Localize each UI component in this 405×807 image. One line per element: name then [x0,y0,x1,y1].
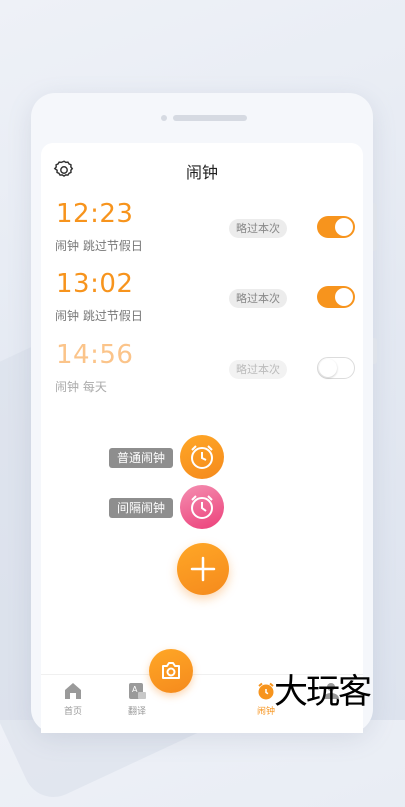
interval-alarm-button[interactable] [180,485,224,529]
alarm-item[interactable]: 12:23 闹钟 跳过节假日 略过本次 [41,199,363,269]
watermark: 大玩客 [274,672,372,712]
phone-frame: 闹钟 12:23 闹钟 跳过节假日 略过本次 13:02 闹钟 跳过节假日 略过… [31,93,377,733]
alarm-time: 12:23 [56,199,134,229]
normal-alarm-label[interactable]: 普通闹钟 [109,448,174,468]
add-alarm-button[interactable] [177,543,229,595]
speaker-bar [173,115,247,121]
toggle-knob [335,288,353,306]
header: 闹钟 [41,143,363,193]
alarm-time: 14:56 [56,340,134,370]
tab-label: 翻译 [127,707,146,717]
alarm-time: 13:02 [56,269,134,299]
skip-once-button[interactable]: 略过本次 [229,289,287,308]
plus-icon [190,556,216,582]
tab-home[interactable]: 首页 [53,681,93,717]
alarm-subtitle: 闹钟 跳过节假日 [55,309,143,323]
alarm-clock-icon [191,495,213,519]
svg-text:A: A [132,685,138,694]
camera-button[interactable] [149,649,193,693]
alarm-subtitle: 闹钟 跳过节假日 [55,239,143,253]
normal-alarm-button[interactable] [180,435,224,479]
alarm-toggle[interactable] [317,357,355,379]
alarm-clock-icon [258,682,274,700]
skip-once-button[interactable]: 略过本次 [229,360,287,379]
alarm-clock-icon [191,445,213,469]
camera-icon [162,662,180,679]
side-button [373,338,377,364]
interval-alarm-label[interactable]: 间隔闹钟 [109,498,174,518]
toggle-knob [335,218,353,236]
alarm-item[interactable]: 13:02 闹钟 跳过节假日 略过本次 [41,269,363,339]
toggle-knob [319,359,337,377]
alarm-item[interactable]: 14:56 闹钟 每天 略过本次 [41,340,363,410]
skip-once-button[interactable]: 略过本次 [229,219,287,238]
translate-icon: A [129,683,146,699]
tab-label: 首页 [63,707,82,717]
camera-dot [161,115,167,121]
alarm-subtitle: 闹钟 每天 [55,380,107,394]
alarm-toggle[interactable] [317,216,355,238]
side-button [373,203,377,251]
home-icon [65,683,81,699]
alarm-toggle[interactable] [317,286,355,308]
app-screen: 闹钟 12:23 闹钟 跳过节假日 略过本次 13:02 闹钟 跳过节假日 略过… [41,143,363,733]
page-title: 闹钟 [185,163,218,182]
